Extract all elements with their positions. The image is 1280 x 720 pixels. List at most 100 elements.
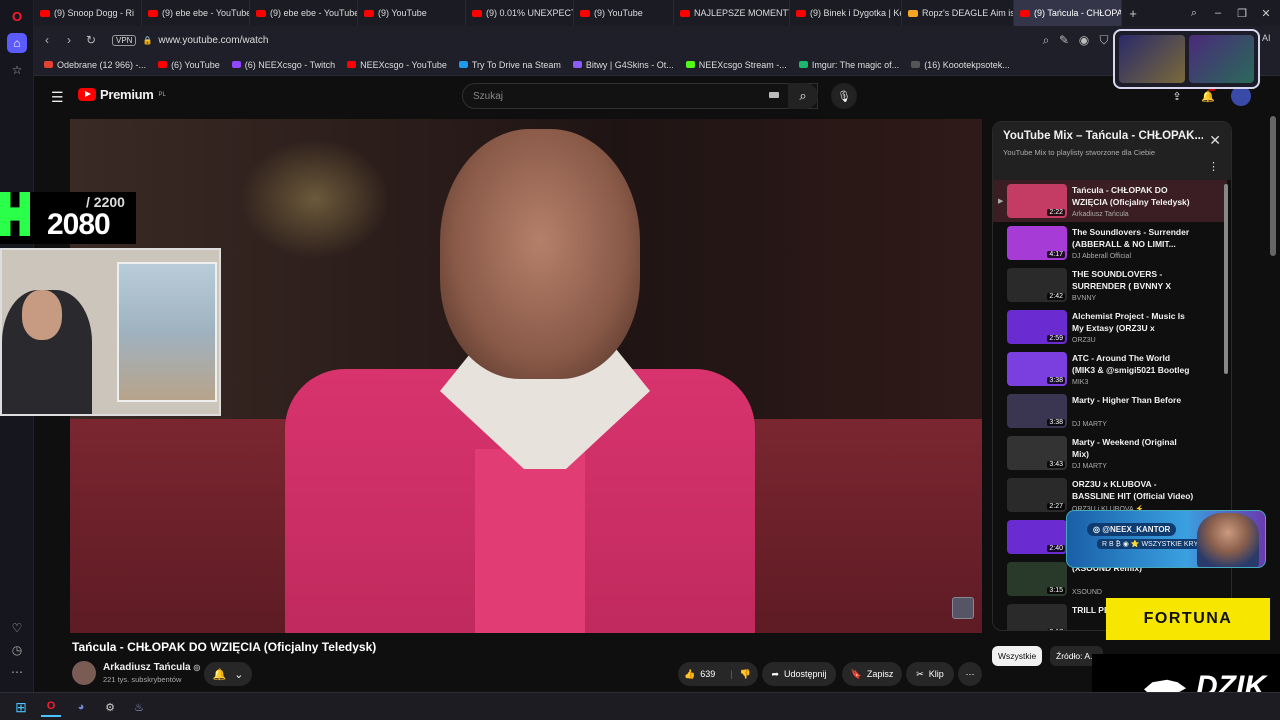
browser-tab[interactable]: (9) YouTube bbox=[358, 0, 466, 26]
playlist-subtitle: YouTube Mix to playlisty stworzone dla C… bbox=[1003, 148, 1156, 157]
close-window-icon[interactable]: ✕ bbox=[1254, 0, 1278, 26]
url-field[interactable]: VPN 🔒 www.youtube.com/watch bbox=[112, 34, 268, 46]
menu-icon[interactable]: ☰ bbox=[51, 89, 64, 106]
g4skins-icon bbox=[572, 61, 582, 68]
browser-tab[interactable]: (9) 0.01% UNEXPECTED bbox=[466, 0, 574, 26]
video-face bbox=[440, 129, 640, 379]
channel-name[interactable]: Arkadiusz Tańcula ◎ bbox=[103, 662, 200, 673]
heart-icon[interactable]: ♡ bbox=[7, 618, 27, 638]
browser-tab[interactable]: (9) ebe ebe - YouTube bbox=[250, 0, 358, 26]
browser-tab-active[interactable]: (9) Tańcula - CHŁOPAK bbox=[1014, 0, 1122, 26]
bookmark[interactable]: (16) Koootekpsotek... bbox=[911, 60, 1010, 70]
webcam-overlay bbox=[0, 248, 221, 416]
save-button[interactable]: 🔖 Zapisz bbox=[842, 662, 902, 686]
instagram-handle: ◎ @NEEX_KANTOR bbox=[1087, 523, 1177, 536]
search-button[interactable]: ⌕ bbox=[788, 83, 818, 109]
browser-tab[interactable]: (9) ebe ebe - YouTube bbox=[142, 0, 250, 26]
playlist-header: YouTube Mix – Tańcula - CHŁOPAK... YouTu… bbox=[993, 122, 1231, 180]
duration-badge: 2:17 bbox=[1047, 629, 1065, 630]
notifications-icon[interactable]: 🔔9+ bbox=[1198, 85, 1218, 106]
discord-icon[interactable]: ◕ bbox=[71, 697, 91, 717]
bookmark[interactable]: Try To Drive na Steam bbox=[458, 60, 561, 70]
skins-popup[interactable] bbox=[1113, 29, 1260, 89]
edit-icon[interactable]: ✎ bbox=[1053, 33, 1075, 47]
vpn-badge[interactable]: VPN bbox=[112, 34, 137, 46]
youtube-icon bbox=[1020, 9, 1030, 17]
camera-icon[interactable]: ◉ bbox=[1073, 33, 1095, 47]
clock-icon[interactable]: ◷ bbox=[7, 640, 27, 660]
subscription-bell-button[interactable]: 🔔 ⌄ bbox=[204, 662, 252, 686]
kick-icon bbox=[685, 61, 695, 68]
close-icon[interactable]: ✕ bbox=[1209, 132, 1221, 149]
more-actions-button[interactable]: ⋯ bbox=[958, 662, 982, 686]
bookmark[interactable]: (6) NEEXcsgo - Twitch bbox=[231, 60, 335, 70]
home-icon[interactable]: ⌂ bbox=[7, 33, 27, 53]
share-button[interactable]: ➦ Udostępnij bbox=[762, 662, 836, 686]
playlist-item[interactable]: 2:42 THE SOUNDLOVERS - SURRENDER ( BVNNY … bbox=[993, 264, 1227, 306]
youtube-icon bbox=[148, 9, 158, 17]
page-scrollbar[interactable] bbox=[1270, 116, 1276, 256]
keyboard-icon[interactable] bbox=[769, 92, 779, 98]
upload-icon[interactable]: ⇪ bbox=[1167, 86, 1187, 106]
playlist-title[interactable]: YouTube Mix – Tańcula - CHŁOPAK... bbox=[1003, 130, 1203, 142]
channel-watermark[interactable] bbox=[952, 597, 974, 619]
duration-badge: 2:27 bbox=[1047, 503, 1065, 510]
playlist-item[interactable]: ▶ 2:22 Tańcula - CHŁOPAK DO WZIĘCIA (Oficj… bbox=[993, 180, 1227, 222]
chevron-down-icon: ⌄ bbox=[234, 668, 244, 681]
tab-strip: (9) Snoop Dogg - Ri (9) ebe ebe - YouTub… bbox=[34, 0, 1280, 26]
browser-tab[interactable]: (9) Binek i Dygotka | Keb bbox=[790, 0, 902, 26]
playlist-thumbnail: 2:27 bbox=[1007, 478, 1067, 512]
like-button[interactable]: 👍 639 | 👎 bbox=[678, 662, 758, 686]
forward-icon[interactable]: › bbox=[58, 33, 80, 47]
playlist-item[interactable]: 3:43 Marty - Weekend (Original Mix) DJ MAR… bbox=[993, 432, 1227, 474]
bookmark[interactable]: Imgur: The magic of... bbox=[798, 60, 899, 70]
playlist-item[interactable]: 3:38 Marty - Higher Than Before DJ MARTY bbox=[993, 390, 1227, 432]
reload-icon[interactable]: ↻ bbox=[80, 33, 102, 47]
more-vert-icon[interactable]: ⋮ bbox=[1208, 160, 1219, 173]
maximize-icon[interactable]: ❐ bbox=[1230, 0, 1254, 26]
bookmark[interactable]: (6) YouTube bbox=[158, 60, 220, 70]
browser-tab[interactable]: Ropz's DEAGLE Aim is in bbox=[902, 0, 1014, 26]
windows-start-icon[interactable]: ⊞ bbox=[11, 697, 31, 717]
thumbs-down-icon[interactable]: 👎 bbox=[740, 669, 751, 680]
playlist-item[interactable]: 2:59 Alchemist Project - Music Is My Exta… bbox=[993, 306, 1227, 348]
shield-icon[interactable]: ⛉ bbox=[1093, 33, 1115, 48]
bookmark[interactable]: Odebrane (12 966) -... bbox=[44, 60, 146, 70]
imgur-icon bbox=[798, 61, 808, 68]
browser-tab[interactable]: NAJLEPSZE MOMENTY bbox=[674, 0, 790, 26]
opera-gx-icon[interactable]: O bbox=[41, 697, 61, 717]
channel-avatar[interactable] bbox=[72, 661, 96, 685]
playlist-item[interactable]: 3:38 ATC - Around The World (MIK3 & @smig… bbox=[993, 348, 1227, 390]
chip-all[interactable]: Wszystkie bbox=[992, 646, 1043, 666]
new-tab-button[interactable]: + bbox=[1122, 6, 1144, 21]
clip-button[interactable]: ✂ Klip bbox=[906, 662, 954, 686]
bookmark[interactable]: Bitwy | G4Skins - Ot... bbox=[572, 60, 674, 70]
app-icon[interactable]: ⚙ bbox=[100, 697, 120, 717]
thumbs-up-icon: 👍 bbox=[684, 668, 696, 679]
bookmark[interactable]: NEEXcsgo - YouTube bbox=[347, 60, 447, 70]
playlist-thumbnail: 2:40 bbox=[1007, 520, 1067, 554]
faceit-icon bbox=[0, 192, 30, 236]
opera-logo-icon[interactable]: O bbox=[7, 6, 27, 26]
skin-card bbox=[1119, 35, 1185, 83]
steam-icon[interactable]: ♨ bbox=[129, 697, 149, 717]
mic-icon[interactable]: 🎙 bbox=[831, 83, 857, 109]
minimize-icon[interactable]: – bbox=[1206, 0, 1230, 26]
playlist-thumbnail: 3:15 bbox=[1007, 562, 1067, 596]
star-icon[interactable]: ☆ bbox=[7, 60, 27, 80]
more-icon[interactable]: ⋯ bbox=[7, 662, 27, 682]
ai-button[interactable]: AI bbox=[1262, 33, 1271, 43]
webcam-window bbox=[117, 262, 217, 402]
playlist-scrollbar[interactable] bbox=[1224, 184, 1228, 374]
avatar[interactable] bbox=[1231, 86, 1251, 106]
search-tabs-icon[interactable]: ⌕ bbox=[1182, 0, 1206, 26]
browser-tab[interactable]: (9) YouTube bbox=[574, 0, 674, 26]
youtube-logo[interactable]: Premium PL bbox=[78, 87, 166, 102]
bookmark[interactable]: NEEXcsgo Stream -... bbox=[685, 60, 787, 70]
playlist-item-channel: DJ MARTY bbox=[1072, 421, 1107, 428]
browser-tab[interactable]: (9) Snoop Dogg - Ri bbox=[34, 0, 142, 26]
playlist-item-title: Marty - Higher Than Before bbox=[1072, 395, 1182, 405]
back-icon[interactable]: ‹ bbox=[36, 33, 58, 47]
playlist-item[interactable]: 4:17 The Soundlovers - Surrender (ABBERAL… bbox=[993, 222, 1227, 264]
search-input[interactable]: Szukaj bbox=[462, 83, 818, 109]
